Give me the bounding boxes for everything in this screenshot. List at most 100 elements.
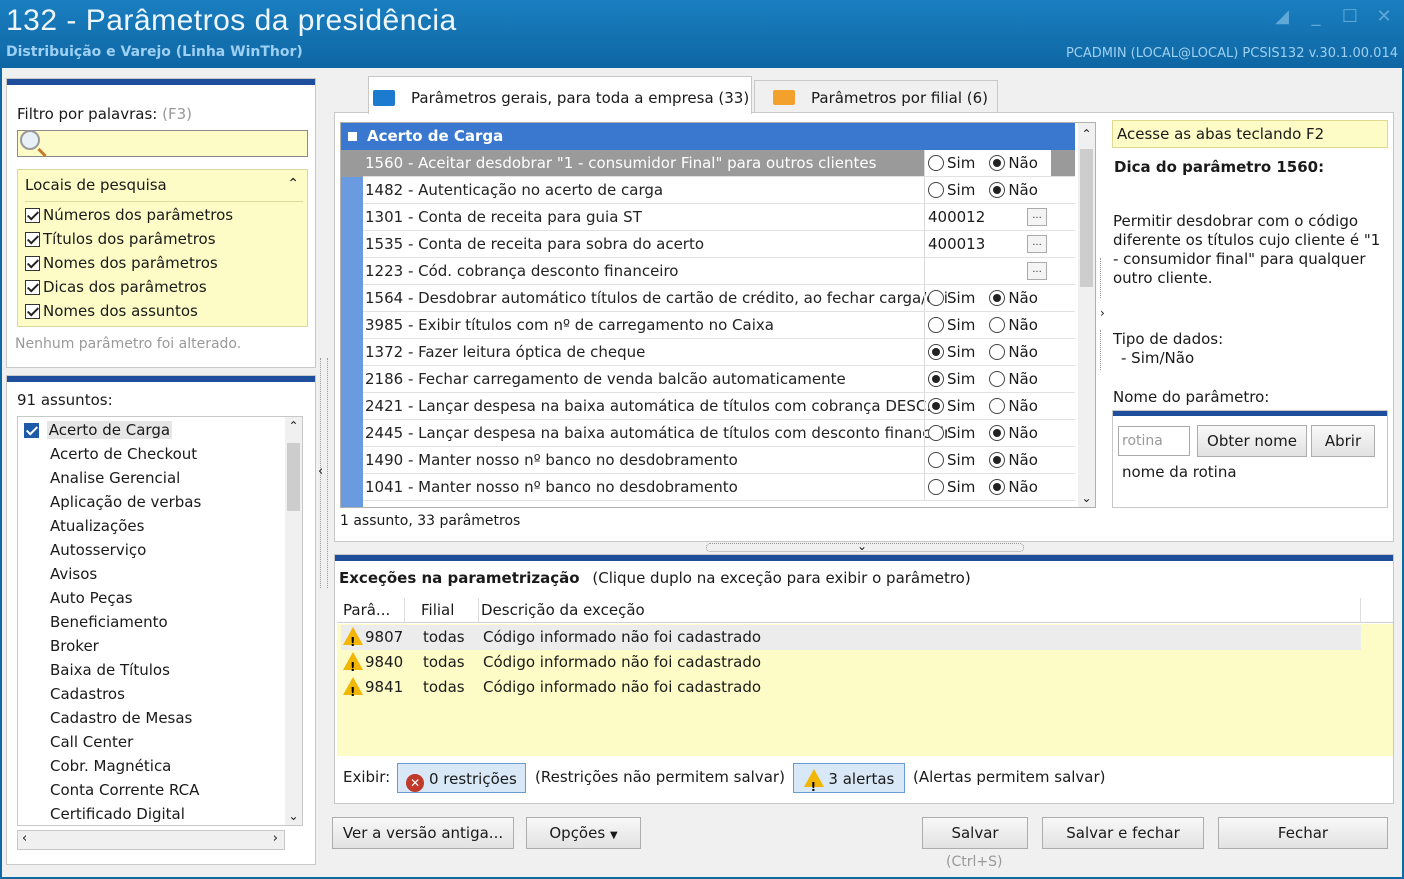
close-icon[interactable]: ✕ [1374, 6, 1394, 27]
group-header[interactable]: Acerto de Carga [341, 123, 1075, 150]
checkbox[interactable] [25, 232, 40, 247]
subject-item[interactable]: Broker [50, 637, 99, 655]
close-button[interactable]: Fechar [1218, 817, 1388, 849]
exception-row[interactable]: 9841todasCódigo informado não foi cadast… [341, 675, 1361, 705]
filter-option[interactable]: Títulos dos parâmetros [25, 230, 216, 248]
param-value[interactable]: Sim Não [924, 447, 1051, 474]
params-scrollbar[interactable]: ⌃ ⌄ [1078, 123, 1095, 507]
tip-expand-icon[interactable]: › [1100, 306, 1105, 320]
tab-general[interactable]: Parâmetros gerais, para toda a empresa (… [368, 76, 752, 114]
param-value[interactable]: ... [924, 258, 1051, 285]
radio-no[interactable] [989, 479, 1006, 495]
checkbox[interactable] [25, 208, 40, 223]
scroll-up-icon[interactable]: ⌃ [1078, 127, 1095, 141]
param-value[interactable]: Sim Não [924, 420, 1051, 447]
restrictions-button[interactable]: ✕ 0 restrições [397, 763, 526, 793]
param-value[interactable]: Sim Não [924, 285, 1051, 312]
minimize-icon[interactable]: _ [1306, 6, 1326, 27]
subject-item[interactable]: Call Center [50, 733, 133, 751]
subject-item[interactable]: Analise Gerencial [50, 469, 180, 487]
param-row[interactable]: 1223 - Cód. cobrança desconto financeiro… [341, 258, 1075, 285]
radio-no[interactable] [989, 290, 1006, 306]
radio-yes[interactable] [928, 290, 944, 306]
filter-option[interactable]: Nomes dos assuntos [25, 302, 198, 320]
col-filial[interactable]: Filial [421, 598, 479, 623]
param-row[interactable]: 1560 - Aceitar desdobrar "1 - consumidor… [341, 150, 1075, 177]
scroll-up-icon[interactable]: ⌃ [285, 419, 302, 433]
subject-item[interactable]: Atualizações [50, 517, 144, 535]
subject-item[interactable]: Baixa de Títulos [50, 661, 170, 679]
ellipsis-button[interactable]: ... [1027, 262, 1047, 280]
radio-yes[interactable] [928, 155, 944, 171]
radio-no[interactable] [989, 155, 1006, 171]
ellipsis-button[interactable]: ... [1027, 235, 1047, 253]
radio-no[interactable] [989, 317, 1006, 333]
scroll-right-icon[interactable]: › [273, 831, 278, 846]
subject-item[interactable]: Cadastros [50, 685, 125, 703]
subjects-list[interactable]: Acerto de Carga Acerto de Checkout Analise… [17, 416, 303, 826]
radio-yes[interactable] [928, 317, 944, 333]
restore-icon[interactable]: ◢ [1272, 6, 1292, 27]
param-value[interactable]: Sim Não [924, 474, 1051, 501]
alerts-button[interactable]: 3 alertas [793, 763, 905, 802]
param-value[interactable]: 400012... [924, 204, 1051, 231]
param-row[interactable]: 2445 - Lançar despesa na baixa automátic… [341, 420, 1075, 447]
param-row[interactable]: 1564 - Desdobrar automático títulos de c… [341, 285, 1075, 312]
scroll-thumb[interactable] [1080, 149, 1093, 287]
subject-item[interactable]: Avisos [50, 565, 97, 583]
subject-item[interactable]: Conta Corrente RCA [50, 781, 199, 799]
radio-yes[interactable] [928, 479, 944, 495]
subject-item[interactable]: Cadastro de Mesas [50, 709, 192, 727]
param-row[interactable]: 2421 - Lançar despesa na baixa automátic… [341, 393, 1075, 420]
filter-search-input[interactable] [17, 130, 308, 158]
subjects-scrollbar[interactable]: ⌃ ⌄ [285, 417, 302, 825]
rotina-input[interactable]: rotina [1118, 426, 1190, 456]
exception-row[interactable]: 9840todasCódigo informado não foi cadast… [341, 650, 1361, 680]
radio-yes[interactable] [928, 425, 944, 441]
subject-item[interactable]: Aplicação de verbas [50, 493, 201, 511]
splitter-arrow-icon[interactable]: ‹ [318, 464, 323, 479]
radio-yes[interactable] [928, 371, 944, 387]
subject-item[interactable]: Autosserviço [50, 541, 146, 559]
param-value[interactable]: Sim Não [924, 393, 1051, 420]
param-row[interactable]: 2186 - Fechar carregamento de venda balc… [341, 366, 1075, 393]
subject-item[interactable]: Cobr. Magnética [50, 757, 171, 775]
checkbox[interactable] [25, 304, 40, 319]
radio-no[interactable] [989, 425, 1006, 441]
exception-row[interactable]: 9807todasCódigo informado não foi cadast… [341, 625, 1361, 655]
collapse-icon[interactable]: ⌃ [287, 176, 299, 192]
get-name-button[interactable]: Obter nome [1197, 425, 1307, 457]
param-row[interactable]: 3985 - Exibir títulos com nº de carregam… [341, 312, 1075, 339]
checkbox[interactable] [25, 280, 40, 295]
maximize-icon[interactable]: ☐ [1340, 6, 1360, 27]
param-row[interactable]: 1041 - Manter nosso nº banco no desdobra… [341, 474, 1075, 501]
scroll-thumb[interactable] [287, 443, 300, 511]
subject-item[interactable]: Certificado Digital [50, 805, 185, 823]
scroll-left-icon[interactable]: ‹ [22, 831, 27, 846]
subject-item[interactable]: Auto Peças [50, 589, 133, 607]
filter-option[interactable]: Nomes dos parâmetros [25, 254, 218, 272]
radio-no[interactable] [989, 398, 1006, 414]
radio-yes[interactable] [928, 452, 944, 468]
open-button[interactable]: Abrir [1311, 425, 1375, 457]
param-value[interactable]: Sim Não [924, 339, 1051, 366]
subject-item[interactable]: Acerto de Carga [24, 421, 173, 439]
scroll-down-icon[interactable]: ⌄ [285, 809, 302, 823]
tab-per-branch[interactable]: Parâmetros por filial (6) [754, 80, 998, 113]
options-button[interactable]: Opções ▼ [526, 817, 641, 849]
radio-no[interactable] [989, 182, 1006, 198]
col-param[interactable]: Parâ... [343, 598, 405, 623]
param-row[interactable]: 1535 - Conta de receita para sobra do ac… [341, 231, 1075, 258]
subject-item[interactable]: Beneficiamento [50, 613, 168, 631]
filter-option[interactable]: Dicas dos parâmetros [25, 278, 207, 296]
radio-yes[interactable] [928, 182, 944, 198]
radio-no[interactable] [989, 371, 1006, 387]
checkbox[interactable] [25, 256, 40, 271]
radio-no[interactable] [989, 344, 1006, 360]
param-row[interactable]: 1372 - Fazer leitura óptica de cheque Sim… [341, 339, 1075, 366]
filter-option[interactable]: Números dos parâmetros [25, 206, 233, 224]
param-value[interactable]: Sim Não [924, 312, 1051, 339]
subjects-hscrollbar[interactable]: ‹ › [17, 830, 285, 850]
checkbox[interactable] [24, 423, 39, 438]
old-version-button[interactable]: Ver a versão antiga... [332, 817, 514, 849]
